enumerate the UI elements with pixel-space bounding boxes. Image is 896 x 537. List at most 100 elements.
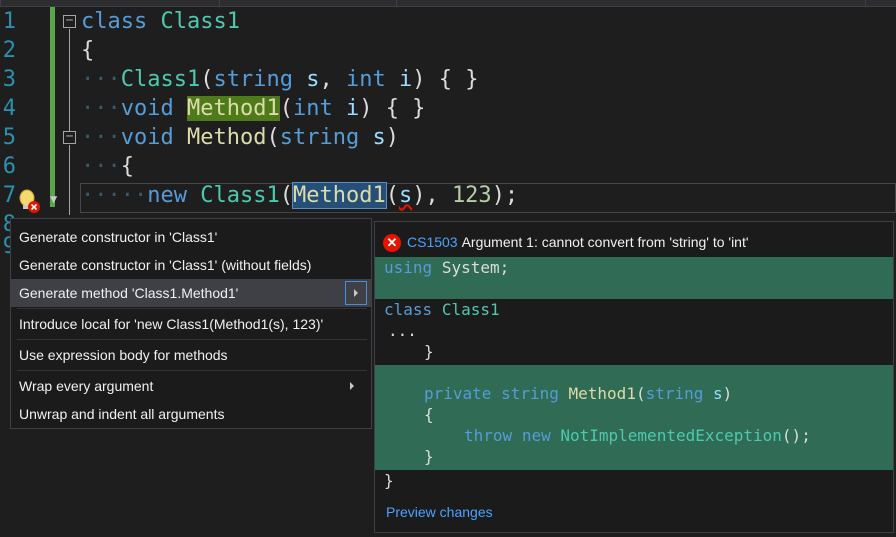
keyword: void [120,96,174,121]
keyword: string [501,384,559,403]
preview-close-brace: } [375,341,893,362]
type-name: Class1 [120,67,201,92]
preview-added-using: using System; [375,257,893,299]
keyword: throw [464,426,513,445]
brace: } [424,447,434,466]
brace: { [81,38,95,63]
punct: ( [279,183,293,208]
menu-item-label: Generate method 'Class1.Method1' [19,285,239,301]
param: s [372,125,386,150]
keyword: int [345,67,386,92]
method-name-highlight: Method1 [186,96,280,121]
method-call-selected[interactable]: Method1 [291,182,387,209]
menu-item-generate-constructor-without-fields[interactable]: Generate constructor in 'Class1' (withou… [11,251,371,279]
brace: { [424,405,434,424]
punct: ( [200,67,214,92]
menu-item-unwrap-arguments[interactable]: Unwrap and indent all arguments [11,400,371,428]
quick-actions-lightbulb[interactable]: ▼ [14,188,64,216]
preview-class-line: class Class1 [375,299,893,320]
fix-preview-pane: ✕ CS1503 Argument 1: cannot convert from '… [374,221,894,533]
document-tab-strip [0,0,896,7]
chevron-down-icon[interactable]: ▼ [50,192,57,206]
punct: ( [266,125,280,150]
keyword: void [120,125,174,150]
keyword: new [521,426,551,445]
line-number: 1 [2,9,16,34]
line-number: 3 [2,67,16,92]
code-line-2: { [81,36,94,65]
type-name: NotImplementedException [560,426,782,445]
type-name: Class1 [160,9,240,34]
quick-actions-menu: Generate constructor in 'Class1' Generat… [10,218,372,429]
code-line-7: ·····new Class1(Method1(s), 123); [81,182,519,209]
ellipsis: ... [388,321,417,340]
preview-submenu-button[interactable] [345,281,367,305]
keyword: int [292,96,333,121]
punct: ) { } [412,67,479,92]
chevron-right-icon [354,289,358,297]
preview-changes-link[interactable]: Preview changes [386,504,493,520]
preview-ellipsis: ... [375,320,893,341]
brace: } [424,342,434,361]
brace: } [384,471,394,490]
param: i [398,67,413,92]
error-message: Argument 1: cannot convert from 'string'… [461,234,749,250]
punct: ), [412,183,439,208]
code-line-1: class Class1 [81,7,240,36]
method-name: Method [186,125,267,150]
punct: ( [385,183,399,208]
error-header: ✕ CS1503 Argument 1: cannot convert from '… [383,230,749,254]
menu-separator [17,339,367,340]
menu-item-introduce-local[interactable]: Introduce local for 'new Class1(Method1(… [11,310,371,338]
code-line-4: ···void Method1(int i) { } [81,96,426,121]
fold-guide [69,145,70,215]
brace: { [120,154,134,179]
tab-left[interactable] [0,0,220,6]
keyword: string [279,125,360,150]
keyword: class [81,9,148,34]
punct: ( [279,96,293,121]
error-icon: ✕ [383,234,401,253]
punct: ); [491,183,519,208]
type-name: Class1 [441,300,500,319]
line-number: 6 [2,154,16,179]
menu-item-generate-method[interactable]: Generate method 'Class1.Method1' [11,279,371,307]
param-error-squiggle[interactable]: s [399,183,412,208]
collapse-method-icon[interactable]: − [63,130,76,144]
menu-item-generate-constructor[interactable]: Generate constructor in 'Class1' [11,223,371,251]
lightbulb-error-icon [19,189,40,213]
punct: ) [722,384,733,403]
menu-separator [17,308,367,309]
keyword: private [424,384,492,403]
menu-separator [17,370,367,371]
punct: , [319,67,333,92]
line-number: 5 [2,125,16,150]
line-number: 2 [2,38,16,63]
keyword: class [384,300,433,319]
change-tracking-bar [50,7,55,207]
punct: (); [781,426,811,445]
punct: ) [385,125,399,150]
type-name: Class1 [200,183,280,208]
error-code-link[interactable]: CS1503 [407,234,458,250]
menu-item-label: Wrap every argument [19,378,154,394]
param: s [713,384,723,403]
menu-item-wrap-every-argument[interactable]: Wrap every argument [11,372,371,400]
keyword: new [147,183,187,208]
method-name: Method1 [568,384,636,403]
punct: ) { } [359,96,426,121]
code-line-6: ···{ [81,154,134,179]
code-line-5: ···void Method(string s) [81,125,399,150]
fold-guide [69,29,70,131]
preview-added-method: private string Method1(string s) { throw… [375,365,893,470]
param: i [345,96,360,121]
tab-right[interactable] [396,0,866,6]
punct: ( [635,384,646,403]
code-line-3: ···Class1(string s, int i) { } [81,67,479,92]
keyword: string [213,67,293,92]
number-literal: 123 [451,183,492,208]
namespace: System; [441,258,510,277]
collapse-class-icon[interactable]: − [63,14,76,28]
line-number: 4 [2,96,16,121]
menu-item-expression-body[interactable]: Use expression body for methods [11,341,371,369]
